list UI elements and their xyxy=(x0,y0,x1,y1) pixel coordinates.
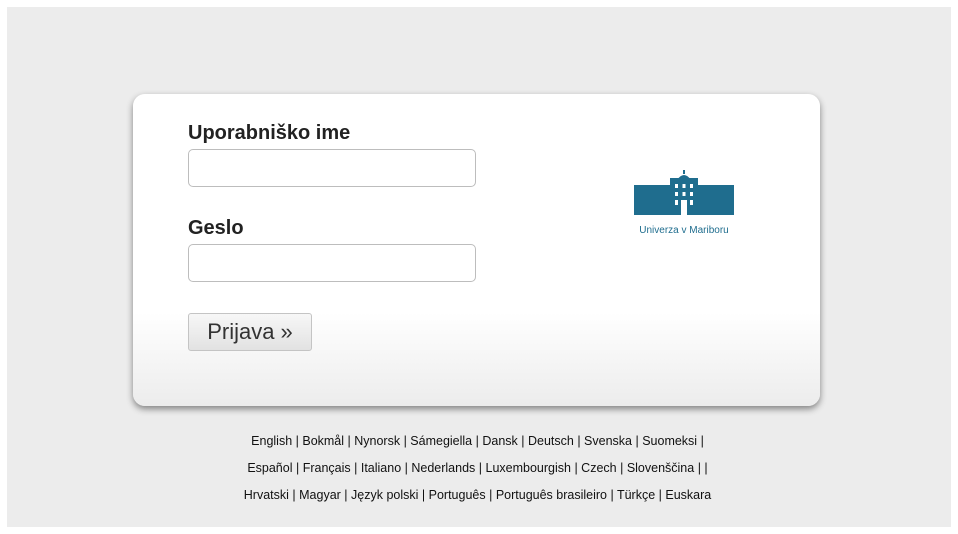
language-row: Hrvatski | Magyar | Język polski | Portu… xyxy=(243,488,712,502)
university-logo: Univerza v Mariboru xyxy=(632,170,736,236)
language-link[interactable]: Slovenščina xyxy=(627,461,694,475)
language-selector: English | Bokmål | Nynorsk | Sámegiella … xyxy=(140,428,815,509)
language-row: English | Bokmål | Nynorsk | Sámegiella … xyxy=(251,434,704,448)
language-link[interactable]: Nederlands xyxy=(411,461,475,475)
username-input[interactable] xyxy=(188,149,476,187)
university-logo-text: Univerza v Mariboru xyxy=(639,225,729,236)
language-link[interactable]: Sámegiella xyxy=(410,434,472,448)
language-link[interactable]: Nynorsk xyxy=(354,434,400,448)
language-link[interactable]: Magyar xyxy=(299,488,341,502)
password-label: Geslo xyxy=(188,217,244,239)
password-input[interactable] xyxy=(188,244,476,282)
language-link[interactable]: Español xyxy=(247,461,292,475)
login-card: Uporabniško ime Geslo Prijava » Univerza… xyxy=(133,94,820,406)
language-link[interactable]: Português xyxy=(429,488,486,502)
language-link[interactable]: Hrvatski xyxy=(244,488,289,502)
language-link[interactable]: Deutsch xyxy=(528,434,574,448)
language-link[interactable]: Türkçe xyxy=(617,488,655,502)
language-row: Español | Français | Italiano | Nederlan… xyxy=(247,461,708,475)
language-link[interactable]: Français xyxy=(303,461,351,475)
username-label: Uporabniško ime xyxy=(188,122,351,144)
language-link[interactable]: Svenska xyxy=(584,434,632,448)
language-link[interactable]: Português brasileiro xyxy=(496,488,607,502)
language-link[interactable]: Język polski xyxy=(351,488,418,502)
language-link[interactable]: Euskara xyxy=(665,488,711,502)
language-link[interactable]: Czech xyxy=(581,461,616,475)
language-link[interactable]: Luxembourgish xyxy=(486,461,571,475)
login-button[interactable]: Prijava » xyxy=(188,313,312,351)
language-link[interactable]: Dansk xyxy=(482,434,517,448)
university-building-icon xyxy=(634,170,734,215)
language-link[interactable]: English xyxy=(251,434,292,448)
language-link[interactable]: Suomeksi xyxy=(642,434,697,448)
language-link[interactable]: Italiano xyxy=(361,461,401,475)
language-link[interactable]: Bokmål xyxy=(302,434,344,448)
